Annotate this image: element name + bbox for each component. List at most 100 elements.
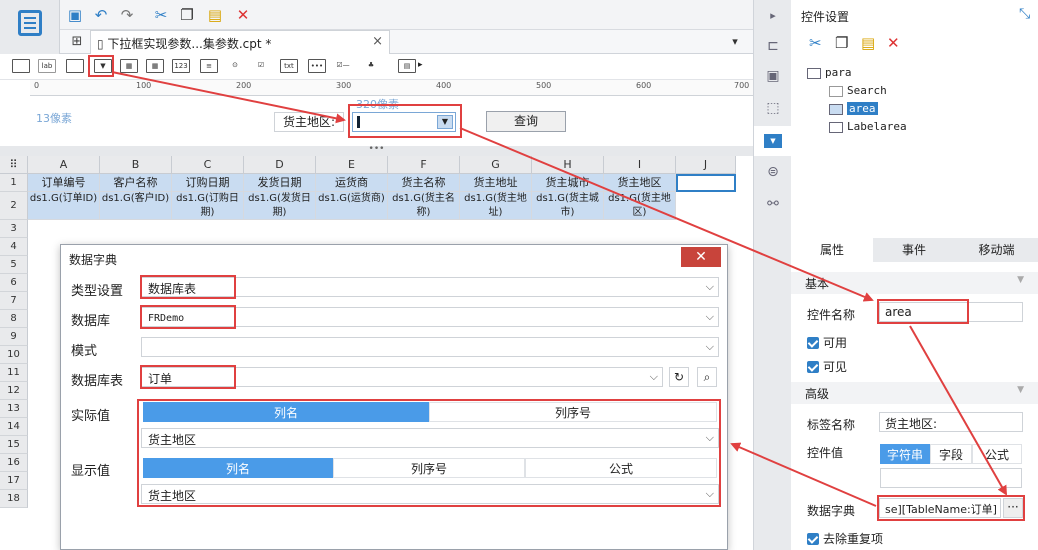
column-header[interactable]: H bbox=[532, 156, 604, 174]
formula-cell[interactable]: ds1.G(货主地址) bbox=[460, 192, 532, 220]
table-header-cell[interactable]: 货主名称 bbox=[388, 174, 460, 192]
row-header[interactable]: 7 bbox=[0, 292, 28, 310]
column-header[interactable]: B bbox=[100, 156, 172, 174]
textfield-widget-icon[interactable] bbox=[66, 59, 84, 73]
table-header-cell[interactable]: 货主地区 bbox=[604, 174, 676, 192]
button-widget-icon[interactable] bbox=[12, 59, 30, 73]
widget-settings-tab[interactable]: ▼ bbox=[754, 126, 792, 156]
table-header-cell[interactable]: 运货商 bbox=[316, 174, 388, 192]
refresh-icon[interactable]: ↻ bbox=[669, 367, 689, 387]
cell-attr-icon[interactable]: ⊏ bbox=[763, 36, 783, 56]
formula-cell[interactable]: ds1.G(运货商) bbox=[316, 192, 388, 220]
row-header[interactable]: 3 bbox=[0, 220, 28, 238]
radio-widget-icon[interactable]: ⊙ bbox=[226, 59, 244, 73]
tree-item-search[interactable]: Search bbox=[829, 84, 887, 97]
more-widget-icon[interactable]: ▤ bbox=[398, 59, 416, 73]
column-header[interactable]: F bbox=[388, 156, 460, 174]
row-header[interactable]: 1 bbox=[0, 174, 28, 192]
row-header[interactable]: 13 bbox=[0, 400, 28, 418]
layer-icon[interactable]: ⊜ bbox=[763, 162, 783, 182]
app-logo[interactable] bbox=[0, 0, 60, 60]
column-header[interactable]: E bbox=[316, 156, 388, 174]
date-widget-icon[interactable]: ▦ bbox=[120, 59, 138, 73]
row-header[interactable]: 6 bbox=[0, 274, 28, 292]
param-label[interactable]: 货主地区: bbox=[274, 112, 344, 132]
enabled-checkbox[interactable]: 可用 bbox=[807, 334, 847, 351]
dock-icon[interactable]: ⤡ bbox=[1019, 6, 1030, 22]
copy-icon[interactable]: ❐ bbox=[178, 6, 196, 24]
checkgroup-widget-icon[interactable]: ☑— bbox=[334, 59, 352, 73]
formula-cell[interactable]: ds1.G(订单ID) bbox=[28, 192, 100, 220]
label-widget-icon[interactable]: lab bbox=[38, 59, 56, 73]
copy-icon[interactable]: ❐ bbox=[835, 34, 848, 52]
text-widget-icon[interactable]: txt bbox=[280, 59, 298, 73]
table-header-cell[interactable]: 货主城市 bbox=[532, 174, 604, 192]
selected-cell[interactable] bbox=[676, 174, 736, 192]
row-header[interactable]: 10 bbox=[0, 346, 28, 364]
dialog-close-button[interactable]: ✕ bbox=[681, 247, 721, 267]
paste-icon[interactable]: ▤ bbox=[861, 34, 875, 52]
column-header[interactable]: D bbox=[244, 156, 316, 174]
row-header[interactable]: 4 bbox=[0, 238, 28, 256]
table-header-cell[interactable]: 货主地址 bbox=[460, 174, 532, 192]
file-tab[interactable]: ▯ 下拉框实现参数...集参数.cpt * × bbox=[90, 30, 390, 54]
column-header[interactable]: I bbox=[604, 156, 676, 174]
widget-value-input[interactable] bbox=[880, 468, 1022, 488]
row-header[interactable]: 9 bbox=[0, 328, 28, 346]
formula-cell[interactable]: ds1.G(发货日期) bbox=[244, 192, 316, 220]
schema-select[interactable]: ⌵ bbox=[141, 337, 719, 357]
password-widget-icon[interactable]: ••• bbox=[308, 59, 326, 73]
formula-cell[interactable]: ds1.G(客户ID) bbox=[100, 192, 172, 220]
undo-icon[interactable]: ↶ bbox=[92, 6, 110, 24]
table-header-cell[interactable]: 订单编号 bbox=[28, 174, 100, 192]
corner-cell[interactable]: ⠿ bbox=[0, 156, 28, 174]
number-widget-icon[interactable]: 123 bbox=[172, 59, 190, 73]
tree-item-area[interactable]: area bbox=[829, 102, 878, 115]
formula-cell[interactable]: ds1.G(订购日期) bbox=[172, 192, 244, 220]
formula-cell[interactable]: ds1.G(货主名称) bbox=[388, 192, 460, 220]
expand-arrow-icon[interactable]: ▸ bbox=[418, 60, 423, 70]
row-header[interactable]: 12 bbox=[0, 382, 28, 400]
row-header[interactable]: 8 bbox=[0, 310, 28, 328]
close-tab-icon[interactable]: × bbox=[372, 34, 383, 49]
table-header-cell[interactable]: 订购日期 bbox=[172, 174, 244, 192]
column-header[interactable]: J bbox=[676, 156, 736, 174]
delete-icon[interactable]: ✕ bbox=[887, 34, 900, 52]
condition-icon[interactable]: ▣ bbox=[763, 66, 783, 86]
value-tab-string[interactable]: 字符串 bbox=[880, 444, 930, 464]
checkbox-widget-icon[interactable]: ☑ bbox=[252, 59, 270, 73]
delete-icon[interactable]: ✕ bbox=[234, 6, 252, 24]
basic-section[interactable]: 基本 ▼ bbox=[791, 272, 1038, 294]
row-header[interactable]: 18 bbox=[0, 490, 28, 508]
save-icon[interactable]: ▣ bbox=[66, 6, 84, 24]
collapse-handle[interactable]: ••• bbox=[0, 145, 753, 156]
table-header-cell[interactable]: 客户名称 bbox=[100, 174, 172, 192]
visible-checkbox[interactable]: 可见 bbox=[807, 358, 847, 375]
cut-icon[interactable]: ✂ bbox=[809, 34, 822, 52]
row-header[interactable]: 15 bbox=[0, 436, 28, 454]
preview-icon[interactable]: ⌕ bbox=[697, 367, 717, 387]
column-header[interactable]: G bbox=[460, 156, 532, 174]
tab-menu-icon[interactable]: ▾ bbox=[726, 33, 744, 51]
tag-name-input[interactable]: 货主地区: bbox=[879, 412, 1023, 432]
value-tab-field[interactable]: 字段 bbox=[930, 444, 972, 464]
textarea-widget-icon[interactable]: ≡ bbox=[200, 59, 218, 73]
value-tab-formula[interactable]: 公式 bbox=[972, 444, 1022, 464]
frame-icon[interactable]: ⬚ bbox=[763, 98, 783, 118]
row-header[interactable]: 2 bbox=[0, 192, 28, 220]
tab-mobile[interactable]: 移动端 bbox=[955, 238, 1038, 262]
advanced-section[interactable]: 高级 ▼ bbox=[791, 382, 1038, 404]
tree-widget-icon[interactable]: ♣ bbox=[362, 59, 380, 73]
row-header[interactable]: 5 bbox=[0, 256, 28, 274]
column-header[interactable]: A bbox=[28, 156, 100, 174]
row-header[interactable]: 16 bbox=[0, 454, 28, 472]
paste-icon[interactable]: ▤ bbox=[206, 6, 224, 24]
tree-root[interactable]: para bbox=[807, 66, 852, 79]
tab-properties[interactable]: 属性 bbox=[791, 238, 873, 262]
formula-cell[interactable]: ds1.G(货主地区) bbox=[604, 192, 676, 220]
tab-events[interactable]: 事件 bbox=[873, 238, 955, 262]
grid-icon[interactable]: ⊞ bbox=[68, 33, 86, 51]
column-header[interactable]: C bbox=[172, 156, 244, 174]
row-header[interactable]: 11 bbox=[0, 364, 28, 382]
query-button[interactable]: 查询 bbox=[486, 111, 566, 132]
